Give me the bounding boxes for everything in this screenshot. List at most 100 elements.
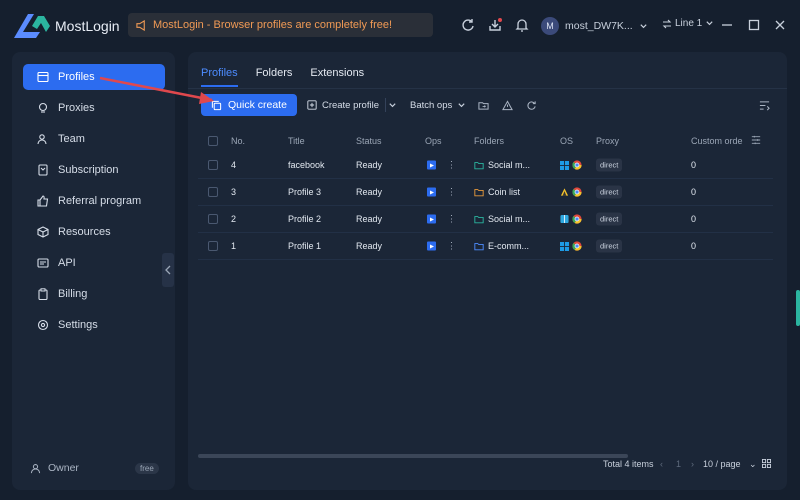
tab-folders[interactable]: Folders [256,67,293,87]
more-actions-icon[interactable]: ⋮ [447,241,456,252]
table-row[interactable]: 3 Profile 3 Ready ⋮ Coin list direct 0 [198,179,773,206]
row-folder-name: Social m... [488,160,531,170]
row-title: Profile 1 [288,241,322,251]
column-settings-icon[interactable] [751,135,761,147]
refresh-icon[interactable] [524,98,538,112]
row-os [560,187,582,197]
sidebar-item-profiles[interactable]: Profiles [23,64,165,90]
row-folder-name: Coin list [488,187,521,197]
column-header-folders[interactable]: Folders [474,136,504,146]
select-all-checkbox[interactable] [208,136,218,146]
launch-profile-icon[interactable] [427,160,436,170]
pagination-prev-icon[interactable]: ‹ [660,459,663,469]
pagination-next-icon[interactable]: › [691,459,694,469]
more-actions-icon[interactable]: ⋮ [447,214,456,225]
quick-create-label: Quick create [228,99,287,111]
sidebar-item-label: Referral program [58,195,142,207]
row-custom-order: 0 [691,187,697,197]
minimize-icon[interactable] [718,16,736,34]
refresh-sync-icon[interactable] [460,17,476,33]
notification-bell-icon[interactable] [514,17,530,33]
tab-profiles[interactable]: Profiles [201,67,238,87]
sidebar-item-referral-program[interactable]: Referral program [23,188,165,214]
team-icon [37,134,47,145]
row-number: 4 [231,160,237,170]
filter-list-icon[interactable] [757,98,771,112]
row-checkbox[interactable] [208,187,218,197]
sidebar-item-team[interactable]: Team [23,126,165,152]
launch-profile-icon[interactable] [427,241,436,251]
pagination-total: Total 4 items [603,459,654,469]
sidebar-item-billing[interactable]: Billing [23,281,165,307]
row-folder: E-comm... [474,241,529,251]
sidebar-collapse-toggle[interactable] [162,253,174,287]
create-profile-button[interactable]: Create profile [307,94,379,116]
column-header-proxy[interactable]: Proxy [596,136,619,146]
column-header-custom-order[interactable]: Custom orde [691,136,743,146]
row-folder: Coin list [474,187,520,197]
quick-create-button[interactable]: Quick create [201,94,297,116]
column-header-no[interactable]: No. [231,136,245,146]
table-row[interactable]: 2 Profile 2 Ready ⋮ Social m... direct 0 [198,206,773,233]
thumb-up-icon [37,195,49,207]
sidebar-item-subscription[interactable]: Subscription [23,157,165,183]
sidebar-item-api[interactable]: API [23,250,165,276]
macos-icon [560,214,569,224]
row-checkbox[interactable] [208,160,218,170]
sidebar-item-label: Billing [58,288,88,300]
folder-icon [474,188,484,196]
sidebar-item-settings[interactable]: Settings [23,312,165,338]
column-header-os[interactable]: OS [560,136,573,146]
more-actions-icon[interactable]: ⋮ [447,160,456,171]
row-checkbox[interactable] [208,214,218,224]
row-checkbox[interactable] [208,241,218,251]
tab-extensions[interactable]: Extensions [310,67,364,87]
clipboard-icon [38,288,48,300]
page-size-select[interactable]: 10 / page [703,459,741,469]
row-folder: Social m... [474,214,530,224]
move-to-folder-icon[interactable] [476,98,490,112]
column-header-status[interactable]: Status [356,136,382,146]
sidebar: Profiles Proxies Team Subscription Refer… [12,52,175,490]
maximize-icon[interactable] [745,16,763,34]
table-row[interactable]: 1 Profile 1 Ready ⋮ E-comm... direct 0 [198,233,773,260]
promo-notice[interactable]: MostLogin - Browser profiles are complet… [128,13,433,37]
launch-profile-icon[interactable] [427,187,436,197]
column-header-title[interactable]: Title [288,136,305,146]
app-title: MostLogin [55,18,120,34]
create-profile-dropdown[interactable] [386,98,400,112]
line-selector[interactable]: Line 1 [662,18,714,29]
page-size-chevron-icon[interactable]: ⌄ [749,459,757,470]
column-header-ops[interactable]: Ops [425,136,442,146]
more-actions-icon[interactable]: ⋮ [447,187,456,198]
owner-label: Owner [48,462,79,474]
sidebar-item-proxies[interactable]: Proxies [23,95,165,121]
close-icon[interactable] [771,16,789,34]
pagination-current-page[interactable]: 1 [676,459,681,469]
batch-ops-button[interactable]: Batch ops [410,94,466,116]
grid-view-icon[interactable] [762,459,771,470]
megaphone-icon [136,19,145,31]
warning-triangle-icon[interactable] [500,98,514,112]
create-profile-label: Create profile [321,99,379,111]
chevron-left-icon [165,265,171,275]
table-row[interactable]: 4 facebook Ready ⋮ Social m... direct 0 [198,152,773,179]
chevron-down-icon [640,23,647,28]
chrome-icon [572,241,582,251]
launch-profile-icon[interactable] [427,214,436,224]
folder-icon [474,242,484,250]
sidebar-item-resources[interactable]: Resources [23,219,165,245]
folder-icon [474,215,484,223]
row-number: 2 [231,214,237,224]
promo-notice-text: MostLogin - Browser profiles are complet… [153,19,393,31]
side-edge-tab[interactable] [796,290,800,326]
linux-icon [560,188,569,196]
chevron-down-icon [389,102,397,107]
windows-icon [560,160,569,170]
batch-ops-label: Batch ops [409,99,453,111]
download-icon[interactable] [487,17,503,33]
main-panel: Profiles Folders Extensions Quick create… [188,52,787,490]
horizontal-scrollbar[interactable] [198,454,628,458]
sidebar-item-label: API [58,257,76,269]
account-menu[interactable]: M most_DW7K... [541,16,648,36]
